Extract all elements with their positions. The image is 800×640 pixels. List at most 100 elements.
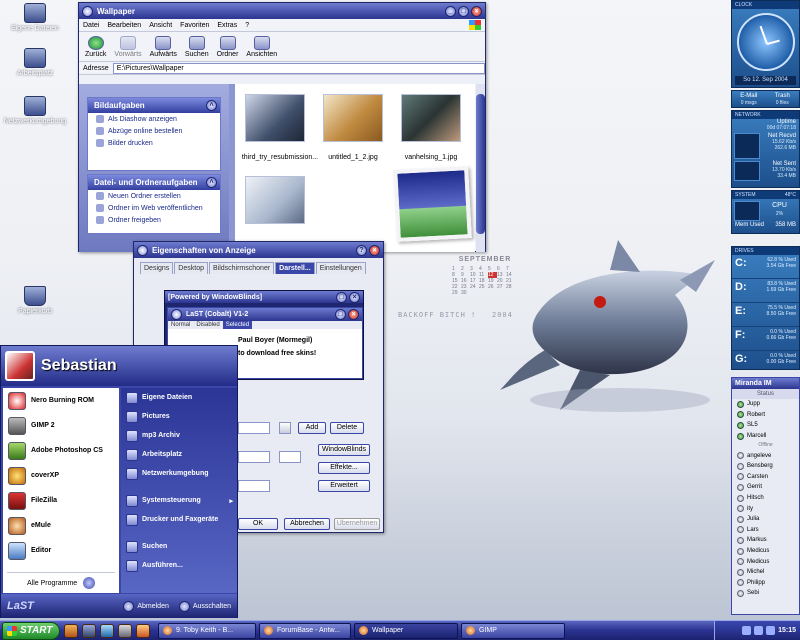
shutdown-button[interactable]: Ausschalten <box>177 600 231 612</box>
color-picker-button[interactable] <box>279 422 291 434</box>
logoff-button[interactable]: Abmelden <box>121 600 169 612</box>
file-name-3[interactable]: vanhelsing_1.jpg <box>386 154 476 161</box>
task-new-folder[interactable]: Neuen Ordner erstellen <box>88 190 220 202</box>
drive-c[interactable]: C: 62.8 % Used 3.54 Gb Free <box>732 255 799 279</box>
task-publish-web[interactable]: Ordner im Web veröffentlichen <box>88 202 220 214</box>
window-menu-icon[interactable] <box>82 5 93 17</box>
contact-online[interactable]: Robert <box>732 410 799 421</box>
menu-help[interactable]: ? <box>241 22 253 29</box>
tray-volume-icon[interactable] <box>754 626 764 635</box>
place-pictures[interactable]: Pictures <box>121 407 237 426</box>
desktop-icon-arbeitsplatz[interactable]: Arbeitsplatz <box>0 48 70 77</box>
contact-offline[interactable]: Lars <box>732 525 799 536</box>
display-titlebar[interactable]: Eigenschaften von Anzeige ? × <box>134 242 383 258</box>
contact-group-offline[interactable]: Offline <box>732 441 799 450</box>
tab-settings[interactable]: Einstellungen <box>315 262 366 274</box>
tab-desktop[interactable]: Desktop <box>174 262 208 274</box>
place-drucker[interactable]: Drucker und Faxgeräte <box>121 510 237 529</box>
task-winamp[interactable]: 9. Toby Keith - B... <box>158 622 256 639</box>
miranda-window[interactable]: Miranda IM Status Jupp Robert SL5 Marcell Of… <box>731 377 800 615</box>
size-select[interactable] <box>238 480 270 492</box>
scheme-select[interactable] <box>238 422 270 434</box>
contact-offline[interactable]: Sebi <box>732 588 799 599</box>
program-filezilla[interactable]: FileZilla <box>3 488 119 513</box>
drive-e[interactable]: E: 75.5 % Used 8.50 Gb Free <box>732 303 799 327</box>
task-slideshow[interactable]: Als Diashow anzeigen <box>88 113 220 125</box>
views-button[interactable]: Ansichten <box>246 35 277 58</box>
menu-extras[interactable]: Extras <box>213 22 241 29</box>
desktop-icon-papierkorb[interactable]: Papierkorb <box>0 286 70 315</box>
task-print-pictures[interactable]: Bilder drucken <box>88 137 220 149</box>
help-button[interactable]: ? <box>356 244 367 256</box>
program-nero[interactable]: Nero Burning ROM <box>3 388 119 413</box>
contact-offline[interactable]: angeleve <box>732 450 799 461</box>
place-suchen[interactable]: Suchen <box>121 537 237 556</box>
cancel-button[interactable]: Abbrechen <box>284 518 330 530</box>
up-button[interactable]: Aufwärts <box>150 35 177 58</box>
advanced-button[interactable]: Erweitert <box>318 480 370 492</box>
menu-bearbeiten[interactable]: Bearbeiten <box>103 22 145 29</box>
place-systemsteuerung[interactable]: Systemsteuerung ▸ <box>121 491 237 510</box>
contact-offline[interactable]: Julia <box>732 514 799 525</box>
task-wallpaper[interactable]: Wallpaper <box>354 622 458 639</box>
status-selector[interactable]: Status <box>732 389 799 399</box>
place-arbeitsplatz[interactable]: Arbeitsplatz <box>121 445 237 464</box>
trash-counter[interactable]: Trash 0 files <box>766 91 800 107</box>
forward-button[interactable]: Vorwärts <box>114 35 142 58</box>
file-view-scrollbar[interactable] <box>476 84 485 252</box>
explorer-titlebar[interactable]: Wallpaper _ □ × <box>79 3 485 19</box>
contact-offline[interactable]: Medicus <box>732 546 799 557</box>
quicklaunch-mail-icon[interactable] <box>136 623 150 638</box>
quicklaunch-app-icon[interactable] <box>82 623 96 638</box>
program-editor[interactable]: Editor <box>3 538 119 563</box>
search-button[interactable]: Suchen <box>185 35 209 58</box>
drive-f[interactable]: F: 0.0 % Used 0.66 Gb Free <box>732 327 799 351</box>
program-coverxp[interactable]: coverXP <box>3 463 119 488</box>
tab-designs[interactable]: Designs <box>140 262 174 274</box>
menu-datei[interactable]: Datei <box>79 22 103 29</box>
apply-button[interactable]: Übernehmen <box>334 518 380 530</box>
miranda-titlebar[interactable]: Miranda IM <box>732 378 799 389</box>
desktop-icon-eigene-dateien[interactable]: Eigene Dateien <box>0 3 70 32</box>
delete-button[interactable]: Delete <box>330 422 364 434</box>
task-forumbase[interactable]: ForumBase - Antw... <box>259 622 351 639</box>
file-thumb-1[interactable] <box>245 94 305 142</box>
contact-online[interactable]: Jupp <box>732 399 799 410</box>
tab-screensaver[interactable]: Bildschirmschoner <box>208 262 275 274</box>
maximize-button[interactable]: □ <box>458 5 469 17</box>
image-tasks-header[interactable]: Bildaufgaben ˄ <box>88 98 220 113</box>
quicklaunch-firefox-icon[interactable] <box>64 623 78 638</box>
color-scheme-select[interactable] <box>238 451 270 463</box>
place-ausfuehren[interactable]: Ausführen... <box>121 556 237 575</box>
contact-offline[interactable]: Gerrit <box>732 482 799 493</box>
font-size-select[interactable] <box>279 451 301 463</box>
contact-online[interactable]: SL5 <box>732 420 799 431</box>
task-order-prints[interactable]: Abzüge online bestellen <box>88 125 220 137</box>
effects-button[interactable]: Effekte... <box>318 462 370 474</box>
menu-favoriten[interactable]: Favoriten <box>176 22 213 29</box>
contact-offline[interactable]: Michel <box>732 567 799 578</box>
start-button[interactable]: START <box>2 621 60 640</box>
close-button[interactable]: × <box>369 244 380 256</box>
windowblinds-button[interactable]: WindowBlinds <box>318 444 370 456</box>
task-share-folder[interactable]: Ordner freigeben <box>88 214 220 226</box>
quicklaunch-explorer-icon[interactable] <box>118 623 132 638</box>
contact-offline[interactable]: Markus <box>732 535 799 546</box>
explorer-window[interactable]: Wallpaper _ □ × Datei Bearbeiten Ansicht… <box>78 2 486 252</box>
tab-appearance[interactable]: Darstell... <box>275 262 315 274</box>
folders-button[interactable]: Ordner <box>217 35 238 58</box>
file-name-2[interactable]: untitled_1_2.jpg <box>308 154 398 161</box>
ok-button[interactable]: OK <box>238 518 278 530</box>
contact-offline[interactable]: Philipp <box>732 578 799 589</box>
desktop-icon-netzwerkumgebung[interactable]: Netzwerkumgebung <box>0 96 70 125</box>
menu-ansicht[interactable]: Ansicht <box>145 22 176 29</box>
contact-offline[interactable]: Bensberg <box>732 461 799 472</box>
close-button[interactable]: × <box>471 5 482 17</box>
minimize-button[interactable]: _ <box>445 5 456 17</box>
contact-offline[interactable]: ity <box>732 503 799 514</box>
add-button[interactable]: Add <box>298 422 326 434</box>
tray-app-icon[interactable] <box>766 626 776 635</box>
contact-online[interactable]: Marcell <box>732 431 799 442</box>
window-menu-icon[interactable] <box>137 244 148 256</box>
contact-offline[interactable]: Medicus <box>732 556 799 567</box>
